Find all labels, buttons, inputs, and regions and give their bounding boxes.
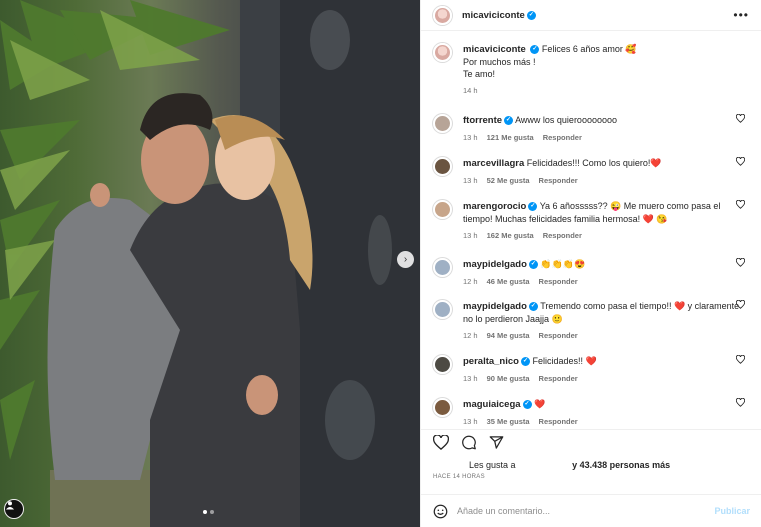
comment-item: maguiaicega ✓ ❤️ 13 h 35 Me gusta Responder	[433, 397, 749, 428]
comment-like-heart-icon[interactable]	[735, 397, 746, 409]
commenter-avatar[interactable]	[433, 300, 452, 319]
commenter-avatar[interactable]	[433, 355, 452, 374]
caption-line-2: Por muchos más !	[463, 57, 536, 67]
comment-time: 13 h	[463, 133, 478, 142]
verified-badge-icon: ✓	[530, 45, 540, 55]
carousel-dots	[203, 510, 214, 514]
smiley-icon[interactable]	[433, 504, 448, 519]
comment-likes[interactable]: 46 Me gusta	[487, 276, 530, 288]
reply-button[interactable]: Responder	[543, 230, 582, 242]
comment-like-heart-icon[interactable]	[735, 354, 746, 366]
comment-text: ❤️	[534, 399, 546, 409]
comment-item: marcevillagra Felicidades!!! Como los qu…	[433, 156, 749, 187]
post-timestamp: HACE 14 HORAS	[433, 474, 485, 480]
post-photo: ›	[0, 0, 420, 527]
comment-like-heart-icon[interactable]	[735, 113, 746, 125]
commenter-avatar[interactable]	[433, 398, 452, 417]
carousel-next-button[interactable]: ›	[397, 251, 414, 268]
likes-prefix: Les gusta a	[469, 460, 516, 470]
likes-summary[interactable]: Les gusta a y 43.438 personas más	[469, 460, 749, 470]
author-username[interactable]: micaviciconte	[462, 10, 525, 21]
comment-item: maypidelgado ✓ Tremendo como pasa el tiem…	[433, 299, 749, 342]
post-side-panel: micaviciconte ✓ ••• micaviciconte ✓ Feli…	[420, 0, 761, 527]
commenter-username[interactable]: maypidelgado	[463, 301, 527, 312]
reply-button[interactable]: Responder	[539, 175, 578, 187]
verified-badge-icon: ✓	[528, 260, 538, 270]
comment-like-heart-icon[interactable]	[735, 257, 746, 269]
comment-like-heart-icon[interactable]	[735, 199, 746, 211]
caption-line-1: Felices 6 años amor 🥰	[541, 44, 637, 54]
comment-text: Awww los quieroooooooo	[515, 115, 617, 125]
comment-text: Felicidades!!! Como los quiero!❤️	[526, 158, 662, 168]
commenter-username[interactable]: ftorrente	[463, 115, 502, 126]
post-header: micaviciconte ✓ •••	[421, 0, 761, 31]
comment-composer: Publicar	[421, 494, 761, 527]
commenter-username[interactable]: marcevillagra	[463, 158, 524, 169]
comment-likes[interactable]: 162 Me gusta	[487, 230, 534, 242]
comment-likes[interactable]: 121 Me gusta	[487, 132, 534, 144]
verified-badge-icon: ✓	[522, 400, 532, 410]
comment-input[interactable]	[457, 506, 715, 516]
commenter-avatar[interactable]	[433, 157, 452, 176]
comment-likes[interactable]: 35 Me gusta	[487, 416, 530, 428]
publish-button[interactable]: Publicar	[714, 506, 750, 516]
comment-text: Felicidades!! ❤️	[532, 356, 597, 366]
comment-likes[interactable]: 52 Me gusta	[487, 175, 530, 187]
caption-avatar[interactable]	[433, 43, 452, 62]
verified-badge-icon: ✓	[526, 10, 536, 20]
comment-like-heart-icon[interactable]	[735, 156, 746, 168]
comment-text: 👏👏👏😍	[540, 259, 586, 269]
send-icon[interactable]	[489, 435, 504, 450]
comment-likes[interactable]: 94 Me gusta	[487, 330, 530, 342]
verified-badge-icon: ✓	[504, 116, 514, 126]
comment-time: 13 h	[463, 176, 478, 185]
verified-badge-icon: ✓	[528, 302, 538, 312]
comment-time: 13 h	[463, 231, 478, 240]
comment-item: ftorrente ✓ Awww los quieroooooooo 13 h 121…	[433, 113, 749, 144]
commenter-username[interactable]: maguiaicega	[463, 399, 521, 410]
reply-button[interactable]: Responder	[539, 416, 578, 428]
tagged-user-icon[interactable]	[4, 499, 24, 519]
commenter-avatar[interactable]	[433, 114, 452, 133]
commenter-username[interactable]: maypidelgado	[463, 259, 527, 270]
author-avatar[interactable]	[433, 5, 452, 25]
caption-username[interactable]: micaviciconte	[463, 44, 526, 55]
commenter-avatar[interactable]	[433, 200, 452, 219]
reply-button[interactable]: Responder	[539, 373, 578, 385]
commenter-username[interactable]: peralta_nico	[463, 356, 519, 367]
comment-item: maypidelgado ✓ 👏👏👏😍 12 h 46 Me gusta Respond…	[433, 257, 749, 288]
commenter-avatar[interactable]	[433, 258, 452, 277]
caption: micaviciconte ✓ Felices 6 años amor 🥰 Po…	[433, 43, 749, 97]
verified-badge-icon: ✓	[528, 202, 538, 212]
caption-line-3: Te amo!	[463, 69, 496, 79]
comments-list: micaviciconte ✓ Felices 6 años amor 🥰 Po…	[421, 31, 761, 97]
reply-button[interactable]: Responder	[539, 330, 578, 342]
comment-item: peralta_nico ✓ Felicidades!! ❤️ 13 h 90 Me …	[433, 354, 749, 385]
comment-icon[interactable]	[461, 435, 477, 450]
commenter-username[interactable]: marengorocio	[463, 201, 526, 212]
more-options-icon[interactable]: •••	[733, 8, 749, 22]
carousel-dot-active	[203, 510, 207, 514]
chevron-right-icon: ›	[403, 254, 408, 265]
reply-button[interactable]: Responder	[539, 276, 578, 288]
photo-illustration	[0, 0, 420, 527]
comment-like-heart-icon[interactable]	[735, 299, 746, 311]
post-actions	[421, 429, 761, 450]
heart-icon[interactable]	[433, 435, 449, 450]
comment-time: 12 h	[463, 331, 478, 340]
verified-badge-icon: ✓	[520, 357, 530, 367]
caption-time: 14 h	[463, 86, 478, 95]
comment-item: marengorocio ✓ Ya 6 añosssss?? 😜 Me muero…	[433, 199, 749, 242]
comment-likes[interactable]: 90 Me gusta	[487, 373, 530, 385]
comment-time: 13 h	[463, 374, 478, 383]
reply-button[interactable]: Responder	[543, 132, 582, 144]
carousel-dot	[210, 510, 214, 514]
likes-count[interactable]: y 43.438 personas más	[572, 460, 670, 470]
comment-time: 12 h	[463, 277, 478, 286]
comment-time: 13 h	[463, 417, 478, 426]
